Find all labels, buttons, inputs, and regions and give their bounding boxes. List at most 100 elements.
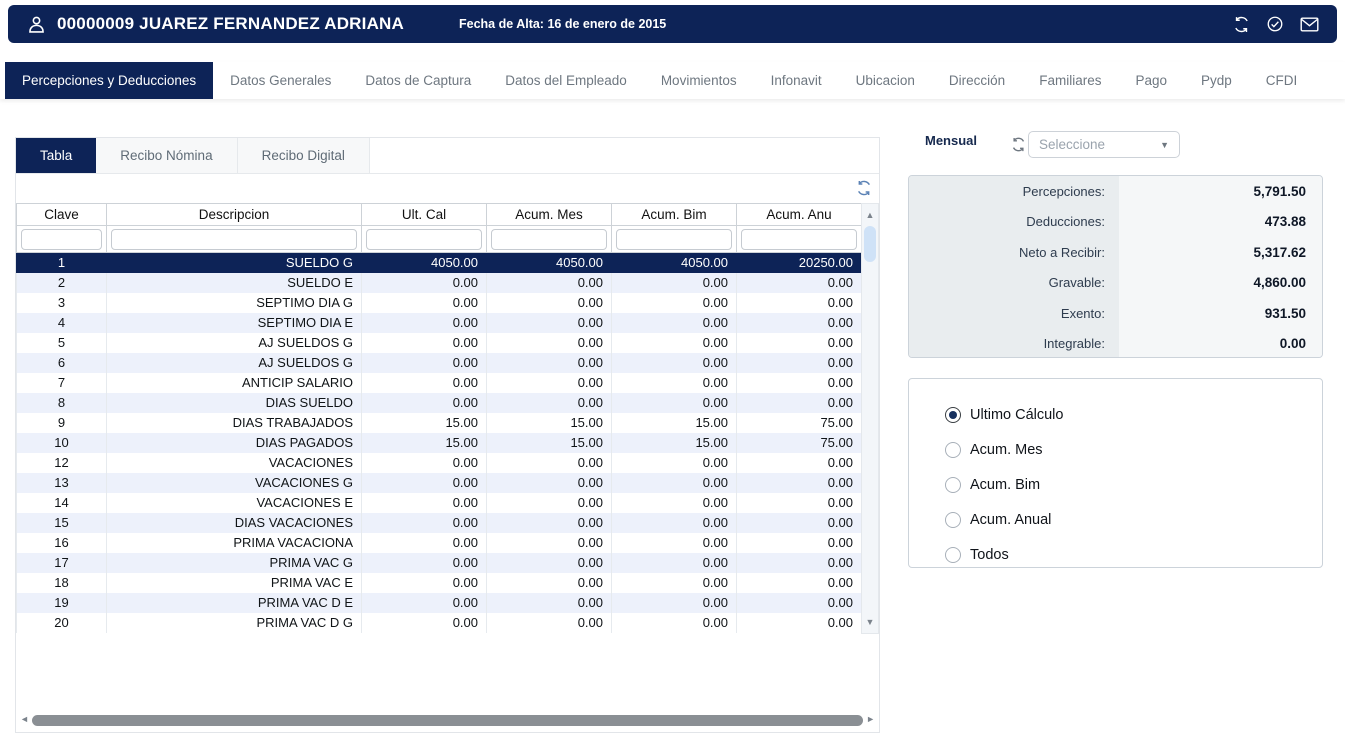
- filter-input-ult-cal[interactable]: [366, 229, 482, 250]
- table-row[interactable]: 19PRIMA VAC D E0.000.000.000.00: [17, 593, 862, 613]
- radio-icon[interactable]: [945, 407, 961, 423]
- cell-acum-mes: 0.00: [487, 553, 612, 573]
- cell-acum-anu: 0.00: [737, 553, 862, 573]
- radio-label: Todos: [970, 547, 1009, 563]
- cell-ult-cal: 0.00: [362, 533, 487, 553]
- mail-icon[interactable]: [1300, 17, 1319, 32]
- sync-icon[interactable]: [1233, 16, 1250, 33]
- cell-acum-bim: 15.00: [612, 413, 737, 433]
- table-row[interactable]: 18PRIMA VAC E0.000.000.000.00: [17, 573, 862, 593]
- table-row[interactable]: 17PRIMA VAC G0.000.000.000.00: [17, 553, 862, 573]
- horizontal-scroll-thumb[interactable]: [32, 715, 863, 726]
- cell-ult-cal: 0.00: [362, 333, 487, 353]
- col-header-clave[interactable]: Clave: [17, 204, 107, 226]
- tab-datos-generales[interactable]: Datos Generales: [213, 62, 348, 99]
- cell-acum-bim: 0.00: [612, 593, 737, 613]
- table-row[interactable]: 2SUELDO E0.000.000.000.00: [17, 273, 862, 293]
- scroll-down-icon[interactable]: ▼: [862, 615, 878, 629]
- tab-familiares[interactable]: Familiares: [1022, 62, 1118, 99]
- table-row[interactable]: 13VACACIONES G0.000.000.000.00: [17, 473, 862, 493]
- table-row[interactable]: 4SEPTIMO DIA E0.000.000.000.00: [17, 313, 862, 333]
- table-row[interactable]: 12VACACIONES0.000.000.000.00: [17, 453, 862, 473]
- filter-input-clave[interactable]: [21, 229, 102, 250]
- radio-option-acum-mes[interactable]: Acum. Mes: [945, 432, 1322, 467]
- col-header-acum-bim[interactable]: Acum. Bim: [612, 204, 737, 226]
- cell-ult-cal: 15.00: [362, 413, 487, 433]
- check-circle-icon[interactable]: [1266, 15, 1284, 33]
- vertical-scrollbar[interactable]: ▲ ▼: [861, 203, 879, 634]
- table-row[interactable]: 8DIAS SUELDO0.000.000.000.00: [17, 393, 862, 413]
- refresh-icon[interactable]: [1011, 137, 1026, 157]
- vertical-scroll-thumb[interactable]: [864, 226, 876, 262]
- panel-tab-recibo-n-mina[interactable]: Recibo Nómina: [96, 138, 237, 173]
- tab-pydp[interactable]: Pydp: [1184, 62, 1249, 99]
- panel-tab-tabla[interactable]: Tabla: [16, 138, 96, 173]
- cell-descripcion: AJ SUELDOS G: [107, 353, 362, 373]
- table-row[interactable]: 15DIAS VACACIONES0.000.000.000.00: [17, 513, 862, 533]
- period-select[interactable]: Seleccione ▼: [1028, 131, 1180, 158]
- cell-ult-cal: 0.00: [362, 473, 487, 493]
- table-row[interactable]: 1SUELDO G4050.004050.004050.0020250.00: [17, 253, 862, 273]
- cell-acum-anu: 0.00: [737, 273, 862, 293]
- cell-acum-anu: 0.00: [737, 613, 862, 633]
- tab-ubicacion[interactable]: Ubicacion: [839, 62, 932, 99]
- tab-datos-de-captura[interactable]: Datos de Captura: [348, 62, 488, 99]
- cell-clave: 20: [17, 613, 107, 633]
- table-row[interactable]: 9DIAS TRABAJADOS15.0015.0015.0075.00: [17, 413, 862, 433]
- tab-pago[interactable]: Pago: [1118, 62, 1184, 99]
- radio-option-todos[interactable]: Todos: [945, 537, 1322, 572]
- scroll-right-icon[interactable]: ►: [866, 714, 875, 724]
- col-header-acum-anu[interactable]: Acum. Anu: [737, 204, 862, 226]
- table-row[interactable]: 3SEPTIMO DIA G0.000.000.000.00: [17, 293, 862, 313]
- cell-acum-mes: 0.00: [487, 373, 612, 393]
- filter-input-descripcion[interactable]: [111, 229, 357, 250]
- cell-acum-mes: 0.00: [487, 593, 612, 613]
- table-row[interactable]: 10DIAS PAGADOS15.0015.0015.0075.00: [17, 433, 862, 453]
- filter-input-acum-mes[interactable]: [491, 229, 607, 250]
- radio-option-acum-bim[interactable]: Acum. Bim: [945, 467, 1322, 502]
- tab-datos-del-empleado[interactable]: Datos del Empleado: [488, 62, 644, 99]
- summary-label: Gravable:: [909, 268, 1119, 299]
- tab-direcci-n[interactable]: Dirección: [932, 62, 1022, 99]
- radio-option-ultimo-c-lculo[interactable]: Ultimo Cálculo: [945, 397, 1322, 432]
- cell-acum-anu: 0.00: [737, 293, 862, 313]
- cell-descripcion: ANTICIP SALARIO: [107, 373, 362, 393]
- col-header-ult-cal[interactable]: Ult. Cal: [362, 204, 487, 226]
- radio-icon[interactable]: [945, 442, 961, 458]
- tab-movimientos[interactable]: Movimientos: [644, 62, 754, 99]
- radio-icon[interactable]: [945, 512, 961, 528]
- table-row[interactable]: 5AJ SUELDOS G0.000.000.000.00: [17, 333, 862, 353]
- tab-cfdi[interactable]: CFDI: [1249, 62, 1315, 99]
- table-row[interactable]: 20PRIMA VAC D G0.000.000.000.00: [17, 613, 862, 633]
- table-row[interactable]: 6AJ SUELDOS G0.000.000.000.00: [17, 353, 862, 373]
- col-header-acum-mes[interactable]: Acum. Mes: [487, 204, 612, 226]
- scroll-left-icon[interactable]: ◄: [20, 714, 29, 724]
- refresh-icon[interactable]: [856, 180, 872, 201]
- cell-acum-bim: 0.00: [612, 353, 737, 373]
- horizontal-scrollbar[interactable]: ◄ ►: [20, 713, 875, 728]
- table-row[interactable]: 16PRIMA VACACIONA0.000.000.000.00: [17, 533, 862, 553]
- radio-option-acum-anual[interactable]: Acum. Anual: [945, 502, 1322, 537]
- tab-infonavit[interactable]: Infonavit: [754, 62, 839, 99]
- table-row[interactable]: 14VACACIONES E0.000.000.000.00: [17, 493, 862, 513]
- cell-ult-cal: 0.00: [362, 493, 487, 513]
- scroll-up-icon[interactable]: ▲: [862, 208, 878, 222]
- col-header-descripcion[interactable]: Descripcion: [107, 204, 362, 226]
- summary-row-exento: Exento:931.50: [909, 298, 1322, 329]
- radio-icon[interactable]: [945, 477, 961, 493]
- cell-acum-mes: 15.00: [487, 413, 612, 433]
- table-row[interactable]: 7ANTICIP SALARIO0.000.000.000.00: [17, 373, 862, 393]
- radio-icon[interactable]: [945, 547, 961, 563]
- cell-clave: 7: [17, 373, 107, 393]
- cell-ult-cal: 4050.00: [362, 253, 487, 273]
- cell-descripcion: VACACIONES G: [107, 473, 362, 493]
- filter-input-acum-bim[interactable]: [616, 229, 732, 250]
- filter-input-acum-anu[interactable]: [741, 229, 857, 250]
- panel-tab-recibo-digital[interactable]: Recibo Digital: [238, 138, 370, 173]
- cell-ult-cal: 0.00: [362, 553, 487, 573]
- cell-descripcion: DIAS TRABAJADOS: [107, 413, 362, 433]
- tab-percepciones-y-deducciones[interactable]: Percepciones y Deducciones: [5, 62, 213, 99]
- cell-clave: 12: [17, 453, 107, 473]
- cell-ult-cal: 0.00: [362, 453, 487, 473]
- cell-acum-bim: 0.00: [612, 313, 737, 333]
